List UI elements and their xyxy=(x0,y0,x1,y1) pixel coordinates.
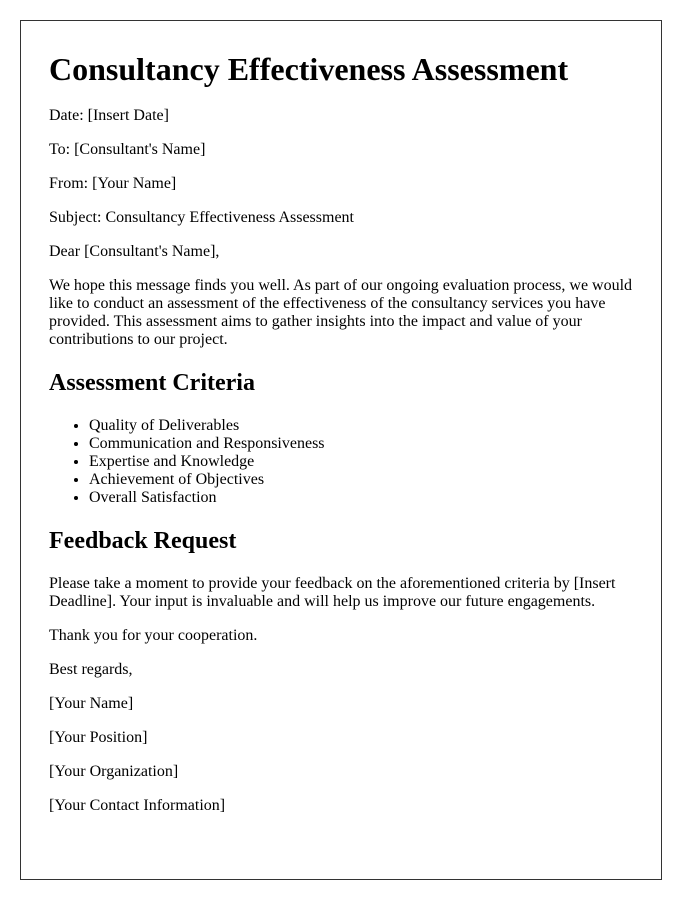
criteria-item: Expertise and Knowledge xyxy=(89,453,639,471)
criteria-item: Overall Satisfaction xyxy=(89,489,639,507)
criteria-item: Quality of Deliverables xyxy=(89,417,639,435)
closing-line: Best regards, xyxy=(49,661,133,678)
signature-position: [Your Position] xyxy=(49,729,148,746)
feedback-heading: Feedback Request xyxy=(49,528,237,554)
signature-name: [Your Name] xyxy=(49,695,134,712)
from-line: From: [Your Name] xyxy=(49,175,177,192)
signature-organization: [Your Organization] xyxy=(49,763,179,780)
page-title: Consultancy Effectiveness Assessment xyxy=(49,51,569,87)
criteria-item: Communication and Responsiveness xyxy=(89,435,639,453)
thanks-line: Thank you for your cooperation. xyxy=(49,627,258,644)
criteria-heading: Assessment Criteria xyxy=(49,370,255,396)
to-line: To: [Consultant's Name] xyxy=(49,141,206,158)
salutation: Dear [Consultant's Name], xyxy=(49,243,220,260)
criteria-list: Quality of Deliverables Communication an… xyxy=(49,417,639,507)
intro-paragraph: We hope this message finds you well. As … xyxy=(49,277,633,348)
date-line: Date: [Insert Date] xyxy=(49,107,169,124)
letter-body: Date: [Insert Date] To: [Consultant's Na… xyxy=(49,107,639,831)
signature-contact: [Your Contact Information] xyxy=(49,797,226,814)
criteria-item: Achievement of Objectives xyxy=(89,471,639,489)
subject-line: Subject: Consultancy Effectiveness Asses… xyxy=(49,209,354,226)
letter-container: Consultancy Effectiveness Assessment Dat… xyxy=(20,20,662,880)
feedback-paragraph: Please take a moment to provide your fee… xyxy=(49,575,616,610)
